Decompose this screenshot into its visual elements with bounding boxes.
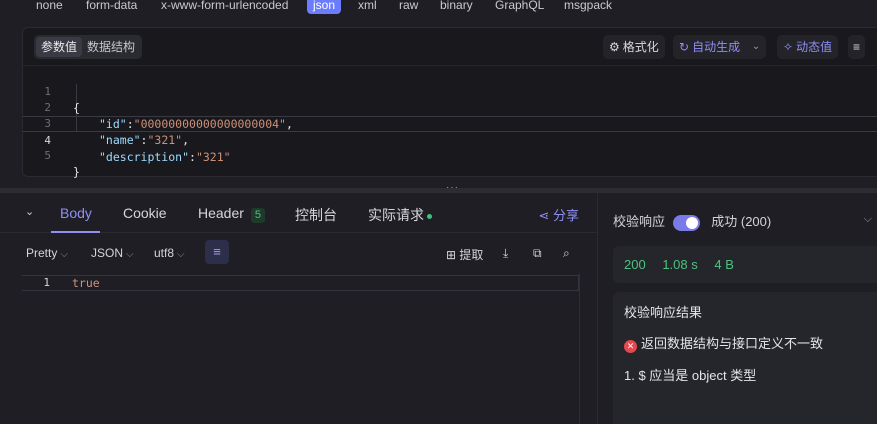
response-stats: 200 1.08 s 4 B — [613, 246, 877, 283]
tab-actual-request[interactable]: 实际请求 — [368, 205, 432, 225]
request-code-editor[interactable]: 1 { 2 "id":"00000000000000000004", 3 "na… — [23, 68, 877, 179]
error-icon: ✕ — [624, 340, 637, 353]
tab-data-schema[interactable]: 数据结构 — [82, 37, 140, 57]
download-icon[interactable]: ⤓ — [503, 246, 508, 261]
body-type-raw[interactable]: raw — [393, 0, 424, 14]
share-icon: ⋖ — [538, 208, 550, 223]
body-type-form-data[interactable]: form-data — [80, 0, 143, 14]
chevron-down-icon: ⌵ — [177, 249, 185, 260]
response-body-text: true — [72, 276, 100, 290]
code-line: 2 "id":"00000000000000000004", — [23, 84, 877, 131]
code-line: 1 true — [22, 275, 579, 291]
code-line-current: 4 "description":"321" — [23, 116, 877, 164]
extract-label: 提取 — [459, 248, 484, 262]
share-label: 分享 — [552, 208, 579, 223]
body-type-binary[interactable]: binary — [434, 0, 479, 14]
view-mode-select[interactable]: Pretty ⌵ — [26, 246, 68, 260]
validate-response-label: 校验响应 — [613, 214, 666, 229]
auto-generate-button[interactable]: ↻ 自动生成 ⌄ — [673, 35, 767, 59]
response-panel: ⌄ Body Cookie Header 5 控制台 实际请求 ⋖ 分享 Pre… — [0, 193, 597, 424]
code-line: 3 "name":"321", — [23, 100, 877, 147]
request-body-view-switch: 参数值 数据结构 — [34, 35, 143, 59]
dynamic-value-button[interactable]: ✧ 动态值 — [777, 35, 839, 59]
validation-error: ✕ 返回数据结构与接口定义不一致 — [624, 333, 823, 353]
validation-result-card: 校验响应结果 ✕ 返回数据结构与接口定义不一致 1. $ 应当是 object 类… — [613, 292, 877, 424]
response-code-viewer[interactable]: 1 true — [22, 273, 580, 424]
chevron-down-icon[interactable]: ⌄ — [752, 35, 760, 59]
status-code: 200 — [624, 257, 646, 272]
body-type-xml[interactable]: xml — [352, 0, 383, 14]
word-wrap-button[interactable]: ≡ — [848, 35, 866, 59]
wrap-icon: ≡ — [853, 40, 861, 54]
drag-handle-icon[interactable]: ··· — [446, 182, 459, 193]
tab-body[interactable]: Body — [60, 205, 92, 221]
body-type-msgpack[interactable]: msgpack — [558, 0, 618, 14]
status-dot-icon — [427, 213, 432, 219]
json-value: "321" — [195, 150, 231, 164]
chevron-down-icon: ⌵ — [126, 249, 134, 260]
share-button[interactable]: ⋖ 分享 — [538, 205, 579, 224]
refresh-icon: ↻ — [679, 40, 690, 54]
wrap-icon: ≡ — [213, 244, 221, 259]
request-body-toolbar: 参数值 数据结构 ⚙ 格式化 ↻ 自动生成 ⌄ ✧ 动态值 ≡ — [23, 28, 877, 66]
tab-console[interactable]: 控制台 — [295, 205, 337, 225]
line-number: 5 — [44, 149, 51, 162]
magic-wand-icon: ✧ — [783, 40, 794, 54]
tab-header[interactable]: Header 5 — [198, 205, 265, 223]
tab-header-label: Header — [198, 205, 244, 221]
format-button[interactable]: ⚙ 格式化 — [603, 35, 665, 59]
response-time: 1.08 s — [662, 257, 698, 272]
format-button-label: 格式化 — [622, 40, 659, 54]
dynamic-value-label: 动态值 — [796, 40, 833, 54]
view-mode-value: Pretty — [26, 246, 58, 260]
request-body-panel: 参数值 数据结构 ⚙ 格式化 ↻ 自动生成 ⌄ ✧ 动态值 ≡ 1 { 2 "id":… — [22, 27, 877, 179]
search-icon[interactable]: ⌕ — [563, 246, 570, 261]
body-type-none[interactable]: none — [30, 0, 69, 14]
format-icon: ⚙ — [609, 40, 620, 54]
extract-button[interactable]: ⊞ 提取 — [446, 246, 483, 263]
collapse-chevron-icon[interactable]: ⌄ — [25, 205, 34, 218]
body-type-graphql[interactable]: GraphQL — [489, 0, 550, 14]
tab-actual-request-label: 实际请求 — [368, 207, 424, 223]
encoding-value: utf8 — [154, 246, 175, 260]
word-wrap-toggle[interactable]: ≡ — [205, 240, 229, 264]
response-size: 4 B — [714, 257, 734, 272]
validation-error-message: 返回数据结构与接口定义不一致 — [641, 336, 824, 351]
response-tabs: ⌄ Body Cookie Header 5 控制台 实际请求 ⋖ 分享 — [0, 193, 597, 233]
header-count-badge: 5 — [250, 208, 265, 223]
json-key: "description" — [99, 150, 190, 164]
validation-panel: 校验响应 成功 (200) ⌵ 200 1.08 s 4 B 校验响应结果 ✕ 返… — [597, 193, 877, 424]
encoding-select[interactable]: utf8 ⌵ — [154, 246, 185, 260]
body-type-bar: none form-data x-www-form-urlencoded jso… — [0, 0, 877, 14]
tab-cookie[interactable]: Cookie — [123, 205, 167, 221]
tab-param-values[interactable]: 参数值 — [36, 37, 83, 57]
format-select[interactable]: JSON ⌵ — [91, 246, 134, 260]
response-toolbar: Pretty ⌵ JSON ⌵ utf8 ⌵ ≡ ⊞ 提取 ⤓ ⧉ ⌕ — [0, 240, 597, 268]
extract-icon: ⊞ — [446, 248, 457, 262]
validation-row: 校验响应 成功 (200) ⌵ — [613, 211, 877, 231]
copy-icon[interactable]: ⧉ — [533, 246, 542, 261]
format-value: JSON — [91, 246, 124, 260]
validation-result-title: 校验响应结果 — [624, 305, 703, 320]
body-type-urlencoded[interactable]: x-www-form-urlencoded — [155, 0, 294, 14]
validate-response-toggle[interactable] — [672, 214, 700, 231]
chevron-down-icon[interactable]: ⌵ — [864, 213, 872, 226]
chevron-down-icon: ⌵ — [60, 249, 68, 260]
code-line: 1 { — [23, 68, 877, 115]
code-text: } — [73, 165, 80, 179]
auto-generate-label: 自动生成 — [692, 40, 741, 54]
line-number: 1 — [43, 276, 50, 289]
validation-error-detail: 1. $ 应当是 object 类型 — [624, 368, 757, 383]
active-tab-indicator — [51, 231, 100, 233]
body-type-json[interactable]: json — [307, 0, 342, 14]
code-line: 5 } — [23, 132, 877, 179]
status-text: 成功 (200) — [711, 214, 772, 229]
